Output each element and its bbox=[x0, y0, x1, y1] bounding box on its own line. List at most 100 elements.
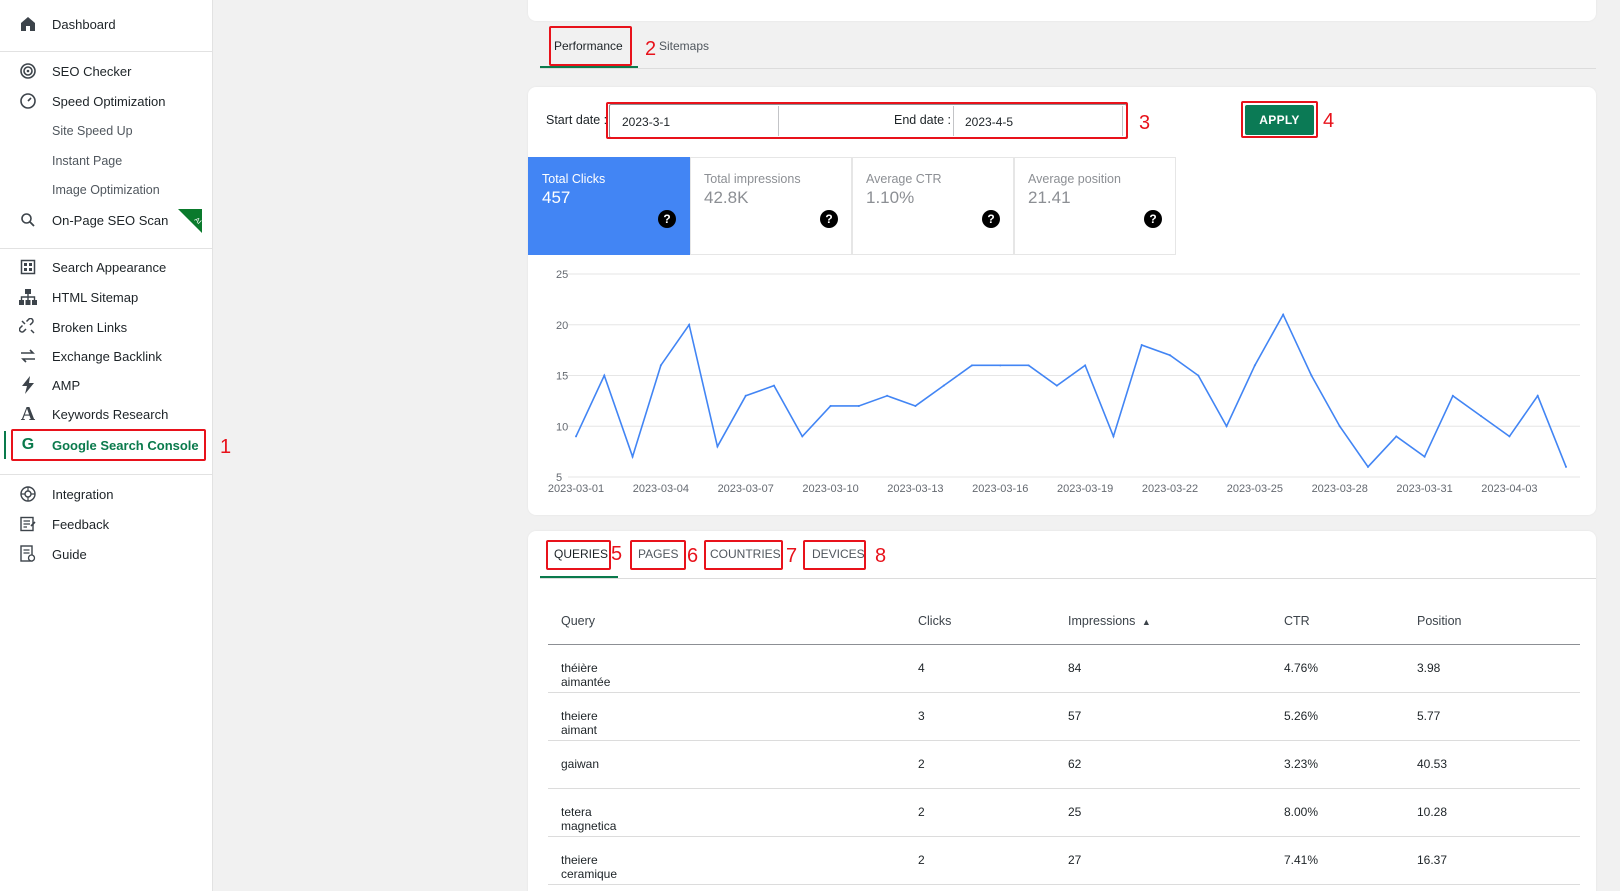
lightning-icon bbox=[18, 375, 38, 395]
x-tick-label: 2023-04-03 bbox=[1481, 483, 1537, 495]
column-header-clicks[interactable]: Clicks bbox=[918, 614, 951, 628]
help-icon[interactable]: ? bbox=[1144, 210, 1162, 228]
sidebar-item-label: On-Page SEO Scan bbox=[52, 212, 169, 228]
integration-icon bbox=[18, 484, 38, 504]
sort-ascending-icon: ▲ bbox=[1141, 617, 1151, 627]
annotation-box-1 bbox=[11, 429, 206, 461]
metric-average-position[interactable]: Average position 21.41 ? bbox=[1014, 157, 1176, 255]
sidebar-subitem-instant-page[interactable]: Instant Page bbox=[52, 154, 122, 168]
home-icon bbox=[18, 14, 38, 34]
annotation-number-3: 3 bbox=[1139, 112, 1151, 134]
annotation-box-5 bbox=[546, 540, 611, 570]
metric-label: Average CTR bbox=[866, 172, 942, 186]
cell-impressions: 84 bbox=[1068, 661, 1082, 675]
tabs-divider bbox=[540, 578, 1596, 579]
metric-average-ctr[interactable]: Average CTR 1.10% ? bbox=[852, 157, 1014, 255]
data-point bbox=[1169, 354, 1171, 357]
annotation-number-7: 7 bbox=[786, 545, 798, 567]
metric-value: 1.10% bbox=[866, 188, 915, 207]
x-tick-label: 2023-03-25 bbox=[1227, 483, 1283, 495]
data-point bbox=[688, 323, 691, 326]
help-icon[interactable]: ? bbox=[658, 210, 676, 228]
sidebar-subitem-image-optimization[interactable]: Image Optimization bbox=[52, 183, 160, 197]
sidebar-item-integration[interactable]: Integration bbox=[0, 480, 212, 508]
sidebar-item-label: HTML Sitemap bbox=[52, 289, 139, 305]
data-point bbox=[1423, 455, 1426, 458]
sidebar-subitem-site-speed-up[interactable]: Site Speed Up bbox=[52, 124, 133, 138]
data-point bbox=[1055, 384, 1058, 387]
annotation-box-3 bbox=[606, 102, 1128, 139]
exchange-icon bbox=[18, 346, 38, 366]
metric-total-impressions[interactable]: Total impressions 42.8K ? bbox=[690, 157, 852, 255]
cell-clicks: 3 bbox=[918, 709, 925, 723]
sidebar-item-feedback[interactable]: Feedback bbox=[0, 510, 212, 538]
data-point bbox=[1536, 394, 1539, 397]
column-header-ctr[interactable]: CTR bbox=[1284, 614, 1310, 628]
x-tick-label: 2023-03-10 bbox=[802, 483, 858, 495]
x-tick-label: 2023-03-04 bbox=[633, 483, 689, 495]
data-point bbox=[1225, 425, 1228, 428]
column-header-query[interactable]: Query bbox=[561, 614, 595, 628]
sidebar-divider bbox=[0, 248, 212, 249]
metric-value: 21.41 bbox=[1028, 188, 1071, 207]
cell-query: théière aimantée bbox=[561, 661, 611, 689]
cell-clicks: 2 bbox=[918, 805, 925, 819]
clicks-line-chart: 5101520252023-03-01 2023-03-04 2023-03-07 2… bbox=[548, 269, 1580, 495]
data-point bbox=[1282, 313, 1285, 316]
sidebar-item-keywords-research[interactable]: A Keywords Research bbox=[0, 400, 212, 428]
cell-impressions: 25 bbox=[1068, 805, 1082, 819]
column-header-label: Impressions bbox=[1068, 614, 1136, 628]
data-point bbox=[1197, 374, 1200, 377]
data-point bbox=[1508, 435, 1511, 438]
data-point bbox=[942, 384, 945, 387]
ai-badge-icon: AI bbox=[178, 209, 202, 233]
annotation-number-4: 4 bbox=[1323, 110, 1335, 132]
cell-position: 3.98 bbox=[1417, 661, 1441, 675]
letter-a-icon: A bbox=[20, 402, 36, 425]
tab-performance-underline bbox=[540, 66, 638, 68]
sidebar-item-amp[interactable]: AMP bbox=[0, 371, 212, 399]
help-icon[interactable]: ? bbox=[982, 210, 1000, 228]
x-tick-label: 2023-03-01 bbox=[548, 483, 604, 495]
sidebar-item-dashboard[interactable]: Dashboard bbox=[0, 10, 212, 38]
x-tick-label: 2023-03-16 bbox=[972, 483, 1028, 495]
sidebar-item-speed-optimization[interactable]: Speed Optimization bbox=[0, 87, 212, 115]
cell-ctr: 3.23% bbox=[1284, 757, 1319, 771]
metric-total-clicks[interactable]: Total Clicks 457 ? bbox=[528, 157, 690, 255]
annotation-box-7 bbox=[704, 540, 783, 570]
column-header-impressions[interactable]: Impressions ▲ bbox=[1068, 614, 1151, 628]
sidebar-item-label: SEO Checker bbox=[52, 63, 132, 79]
feedback-icon bbox=[18, 514, 38, 534]
data-point bbox=[801, 435, 804, 438]
tab-sitemaps[interactable]: Sitemaps bbox=[659, 39, 709, 53]
sidebar-item-broken-links[interactable]: Broken Links bbox=[0, 313, 212, 341]
cell-query: theiere aimant bbox=[561, 709, 598, 737]
sidebar-item-label: Exchange Backlink bbox=[52, 348, 162, 364]
sidebar-item-guide[interactable]: Guide bbox=[0, 540, 212, 568]
sidebar-item-search-appearance[interactable]: Search Appearance bbox=[0, 253, 212, 281]
sidebar-item-label: Broken Links bbox=[52, 319, 128, 335]
cell-clicks: 2 bbox=[918, 757, 925, 771]
sidebar-item-exchange-backlink[interactable]: Exchange Backlink bbox=[0, 342, 212, 370]
cell-clicks: 4 bbox=[918, 661, 925, 675]
data-point bbox=[773, 384, 775, 387]
sidebar-item-html-sitemap[interactable]: HTML Sitemap bbox=[0, 283, 212, 311]
data-point bbox=[886, 394, 889, 397]
search-icon bbox=[18, 210, 38, 230]
column-header-position[interactable]: Position bbox=[1417, 614, 1461, 628]
data-point bbox=[1367, 465, 1369, 468]
grid-icon bbox=[18, 257, 38, 277]
sidebar-item-label: Speed Optimization bbox=[52, 93, 166, 109]
cell-ctr: 4.76% bbox=[1284, 661, 1319, 675]
data-point bbox=[1112, 435, 1115, 438]
sidebar-item-seo-checker[interactable]: SEO Checker bbox=[0, 57, 212, 85]
data-point bbox=[1084, 364, 1087, 367]
guide-icon bbox=[18, 544, 38, 564]
help-icon[interactable]: ? bbox=[820, 210, 838, 228]
x-tick-label: 2023-03-13 bbox=[887, 483, 943, 495]
cell-impressions: 57 bbox=[1068, 709, 1082, 723]
cell-ctr: 8.00% bbox=[1284, 805, 1319, 819]
sidebar-item-label: Search Appearance bbox=[52, 259, 167, 275]
cell-position: 5.77 bbox=[1417, 709, 1441, 723]
cell-position: 16.37 bbox=[1417, 853, 1448, 867]
